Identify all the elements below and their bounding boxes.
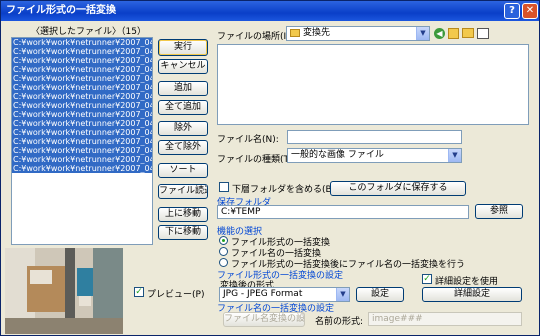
sort-button[interactable]: ソート bbox=[158, 163, 208, 178]
move-up-button[interactable]: 上に移動 bbox=[158, 207, 208, 222]
preview-photo bbox=[5, 248, 123, 334]
remove-button[interactable]: 除外 bbox=[158, 121, 208, 136]
file-list-item[interactable]: C:¥work¥work¥netrunner¥2007_04¥画像¥ bbox=[12, 110, 152, 119]
location-select[interactable]: 変換先 ▼ bbox=[286, 26, 430, 41]
file-list-item[interactable]: C:¥work¥work¥netrunner¥2007_04¥画像¥ bbox=[12, 101, 152, 110]
file-list-item[interactable]: C:¥work¥work¥netrunner¥2007_04¥画像¥ bbox=[12, 65, 152, 74]
title-bar: ファイル形式の一括変換 ? ✕ bbox=[1, 1, 539, 21]
filetype-label: ファイルの種類(T): bbox=[217, 155, 296, 165]
move-down-button[interactable]: 下に移動 bbox=[158, 225, 208, 240]
add-all-button[interactable]: 全て追加 bbox=[158, 100, 208, 115]
save-folder-input[interactable]: C:¥TEMP bbox=[217, 205, 469, 219]
location-value: 変換先 bbox=[303, 28, 331, 38]
chevron-down-icon: ▼ bbox=[416, 27, 429, 40]
file-list-item[interactable]: C:¥work¥work¥netrunner¥2007_04¥画像¥ bbox=[12, 164, 152, 173]
file-list-item[interactable]: C:¥work¥work¥netrunner¥2007_04¥画像¥ bbox=[12, 128, 152, 137]
detail-settings-label: 詳細設定を使用 bbox=[435, 277, 499, 287]
file-list-item[interactable]: C:¥work¥work¥netrunner¥2007_04¥画像¥ bbox=[12, 47, 152, 56]
file-list-header: 〈選択したファイル〉（15） bbox=[31, 27, 146, 37]
close-button[interactable]: ✕ bbox=[522, 3, 538, 19]
filename-label: ファイル名(N): bbox=[217, 135, 279, 145]
folder-browser[interactable] bbox=[217, 44, 529, 125]
detail-settings-button[interactable]: 詳細設定 bbox=[422, 287, 522, 302]
run-button[interactable]: 実行 bbox=[158, 39, 208, 56]
chevron-down-icon: ▼ bbox=[448, 149, 461, 162]
remove-all-button[interactable]: 全て除外 bbox=[158, 140, 208, 155]
subfolder-checkbox[interactable] bbox=[219, 182, 229, 192]
target-format-select[interactable]: JPG - JPEG Format ▼ bbox=[219, 287, 350, 302]
file-list-item[interactable]: C:¥work¥work¥netrunner¥2007_04¥画像¥ bbox=[12, 74, 152, 83]
filetype-select[interactable]: 一般的な画像 ファイル ▼ bbox=[287, 148, 462, 163]
preview-checkbox[interactable]: ✓ bbox=[134, 287, 144, 297]
file-list-item[interactable]: C:¥work¥work¥netrunner¥2007_04¥画像¥ bbox=[12, 83, 152, 92]
target-format-value: JPG - JPEG Format bbox=[223, 289, 303, 299]
add-button[interactable]: 追加 bbox=[158, 81, 208, 96]
up-folder-icon[interactable] bbox=[448, 28, 459, 39]
new-folder-icon[interactable] bbox=[462, 28, 474, 38]
name-format-label: 名前の形式: bbox=[315, 317, 364, 327]
file-list[interactable]: C:¥work¥work¥netrunner¥2007_04¥画像¥C:¥wor… bbox=[11, 37, 153, 245]
back-icon[interactable]: ◀ bbox=[434, 28, 445, 39]
dialog-window: ファイル形式の一括変換 ? ✕ 〈選択したファイル〉（15） C:¥work¥w… bbox=[0, 0, 540, 336]
name-format-input[interactable]: image### bbox=[368, 312, 522, 326]
function-radio-name[interactable] bbox=[219, 247, 228, 256]
name-convert-settings-button[interactable]: ファイル名変換の設定 bbox=[223, 312, 305, 327]
window-title: ファイル形式の一括変換 bbox=[6, 5, 116, 16]
folder-icon bbox=[290, 29, 300, 37]
file-list-item[interactable]: C:¥work¥work¥netrunner¥2007_04¥画像¥ bbox=[12, 56, 152, 65]
file-list-item[interactable]: C:¥work¥work¥netrunner¥2007_04¥画像¥ bbox=[12, 155, 152, 164]
function-radio-format[interactable] bbox=[219, 236, 228, 245]
detail-settings-checkbox[interactable]: ✓ bbox=[422, 274, 432, 284]
browse-button[interactable]: 参照 bbox=[475, 204, 523, 219]
view-menu-icon[interactable] bbox=[477, 28, 489, 39]
file-list-item[interactable]: C:¥work¥work¥netrunner¥2007_04¥画像¥ bbox=[12, 119, 152, 128]
subfolder-label: 下層フォルダを含める(B) bbox=[232, 185, 336, 195]
file-list-item[interactable]: C:¥work¥work¥netrunner¥2007_04¥画像¥ bbox=[12, 146, 152, 155]
preview-image bbox=[5, 248, 123, 334]
file-load-button[interactable]: ファイル読込 bbox=[158, 184, 208, 199]
cancel-button[interactable]: キャンセル bbox=[158, 59, 208, 74]
function-radio-both[interactable] bbox=[219, 258, 228, 267]
preview-label: プレビュー(P) bbox=[147, 290, 205, 300]
filetype-value: 一般的な画像 ファイル bbox=[291, 150, 384, 160]
help-button[interactable]: ? bbox=[504, 3, 520, 19]
format-settings-button[interactable]: 設定 bbox=[356, 287, 404, 302]
chevron-down-icon: ▼ bbox=[336, 288, 349, 301]
file-list-item[interactable]: C:¥work¥work¥netrunner¥2007_04¥画像¥ bbox=[12, 92, 152, 101]
file-list-item[interactable]: C:¥work¥work¥netrunner¥2007_04¥画像¥ bbox=[12, 38, 152, 47]
save-to-folder-button[interactable]: このフォルダに保存する bbox=[330, 181, 466, 196]
file-list-item[interactable]: C:¥work¥work¥netrunner¥2007_04¥画像¥ bbox=[12, 137, 152, 146]
location-label: ファイルの場所(I): bbox=[217, 32, 293, 42]
filename-input[interactable] bbox=[287, 130, 462, 144]
